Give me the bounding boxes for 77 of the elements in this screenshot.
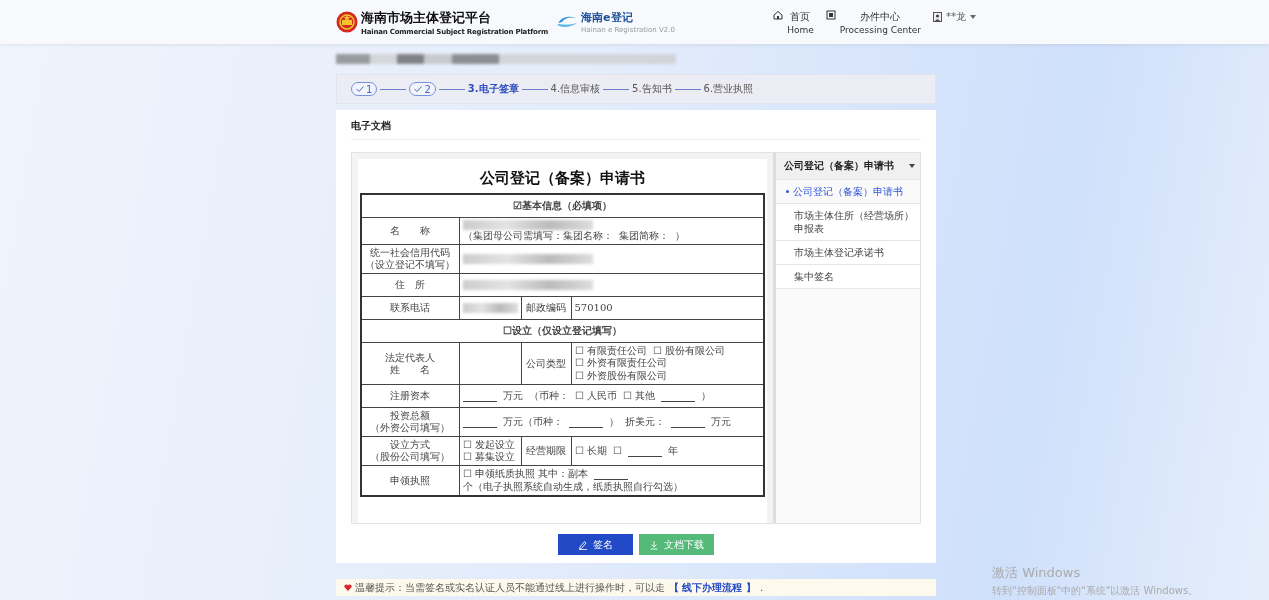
form-text: ）: [674, 230, 685, 242]
step-label: 5.告知书: [632, 82, 672, 96]
home-icon: [773, 9, 784, 20]
user-name[interactable]: **龙: [946, 9, 966, 24]
activation-title: 激活 Windows: [992, 564, 1082, 582]
check-icon: [414, 86, 423, 92]
form-text: ☐ 人民币: [574, 390, 617, 402]
form-label: 经营期限: [526, 445, 566, 457]
step-number: 1: [366, 83, 373, 95]
form-label: 统一社会信用代码: [370, 247, 451, 259]
section-title: 电子文档: [351, 110, 921, 140]
form-text: （币种：: [528, 390, 569, 402]
sign-button[interactable]: 签名: [558, 534, 633, 555]
document-list-item[interactable]: 市场主体登记承诺书: [776, 241, 920, 265]
offline-process-link[interactable]: 【 线下办理流程 】: [669, 581, 756, 593]
form-text: 集团简称：: [618, 230, 669, 242]
form-text: 570100: [574, 302, 613, 314]
form-label: 法定代表人: [385, 351, 436, 364]
check-icon: [356, 86, 364, 92]
form-text: ☐ 其他: [622, 390, 655, 402]
step-label: 3.电子签章: [467, 82, 519, 96]
heart-icon: [344, 584, 352, 591]
step-number: 2: [424, 83, 431, 95]
form-text: ☐ 有限责任公司: [574, 345, 647, 357]
form-label: 注册资本: [390, 390, 431, 402]
form-text: 万元: [502, 390, 523, 402]
blurred-text: [462, 303, 518, 313]
form-label: 公司类型: [526, 357, 566, 370]
form-text: 万元: [710, 416, 731, 428]
activation-text: 转到"控制面板"中的"系统"以激活 Windows。: [992, 584, 1199, 598]
form-text: ☐ 股份有限公司: [652, 345, 725, 357]
brand-title: 海南e登记: [581, 10, 634, 25]
form-text: ☐ 申领纸质执照 其中：副本: [462, 468, 588, 480]
form-text: 折美元：: [624, 416, 665, 428]
form-text: 万元（币种：: [502, 416, 563, 428]
form-label: 姓 名: [390, 363, 431, 376]
form-text: 年: [667, 445, 678, 457]
tip-text: 温馨提示：当需签名或实名认证人员不能通过线上进行操作时，可以走 【 线下办理流程 】 .: [355, 580, 764, 595]
form-text: ☐ 外资有限责任公司: [574, 357, 667, 369]
form-label: （股份公司填写）: [370, 451, 451, 463]
caret-icon: [909, 164, 915, 168]
step-label: 6.营业执照: [703, 82, 754, 96]
form-label: 住 所: [395, 279, 426, 291]
emblem-icon: [336, 11, 358, 33]
form-heading: ☐设立（仅设立登记填写）: [503, 325, 622, 337]
form-text: 个（电子执照系统自动生成，纸质执照自行勾选）: [462, 481, 683, 493]
list-title: 公司登记（备案）申请书: [784, 159, 894, 173]
form-text: （集团母公司需填写：集团名称：: [462, 230, 613, 242]
form-text: ）: [608, 416, 619, 428]
form-text: ☐: [612, 445, 622, 457]
form-heading: ☑基本信息（必填项）: [513, 200, 612, 212]
nav-link[interactable]: 办件中心 Processing Center: [825, 9, 921, 35]
user-icon: [933, 11, 942, 22]
form-label: 设立方式: [390, 439, 431, 451]
pen-icon: [578, 539, 588, 550]
form-label: （设立登记不填写）: [365, 259, 456, 271]
nav-link[interactable]: 首页 Home: [773, 9, 814, 35]
form-text: ☐ 外资股份有限公司: [574, 370, 667, 382]
form-label: 名 称: [390, 225, 431, 237]
download-icon: [649, 539, 659, 550]
form-text: ☐ 发起设立: [462, 439, 515, 451]
caret-icon: [970, 14, 976, 19]
form-label: 投资总额: [390, 410, 431, 422]
document-list-item[interactable]: 集中签名: [776, 265, 920, 289]
document-list-item[interactable]: 市场主体住所（经营场所）申报表: [776, 204, 920, 241]
form-text: ）: [700, 390, 711, 402]
swoosh-logo-icon: [556, 14, 579, 30]
form-text: ☐ 长期: [574, 445, 607, 457]
document-icon: [825, 9, 836, 20]
form-label: 邮政编码: [526, 302, 566, 314]
form-label: 联系电话: [390, 302, 431, 314]
form-label: 申领执照: [390, 474, 431, 487]
step-label: 4.信息审核: [550, 82, 601, 96]
form-label: （外资公司填写）: [370, 422, 451, 434]
platform-title: 海南市场主体登记平台: [361, 8, 492, 27]
document-title: 公司登记（备案）申请书: [478, 169, 646, 188]
form-text: ☐ 募集设立: [462, 451, 515, 463]
